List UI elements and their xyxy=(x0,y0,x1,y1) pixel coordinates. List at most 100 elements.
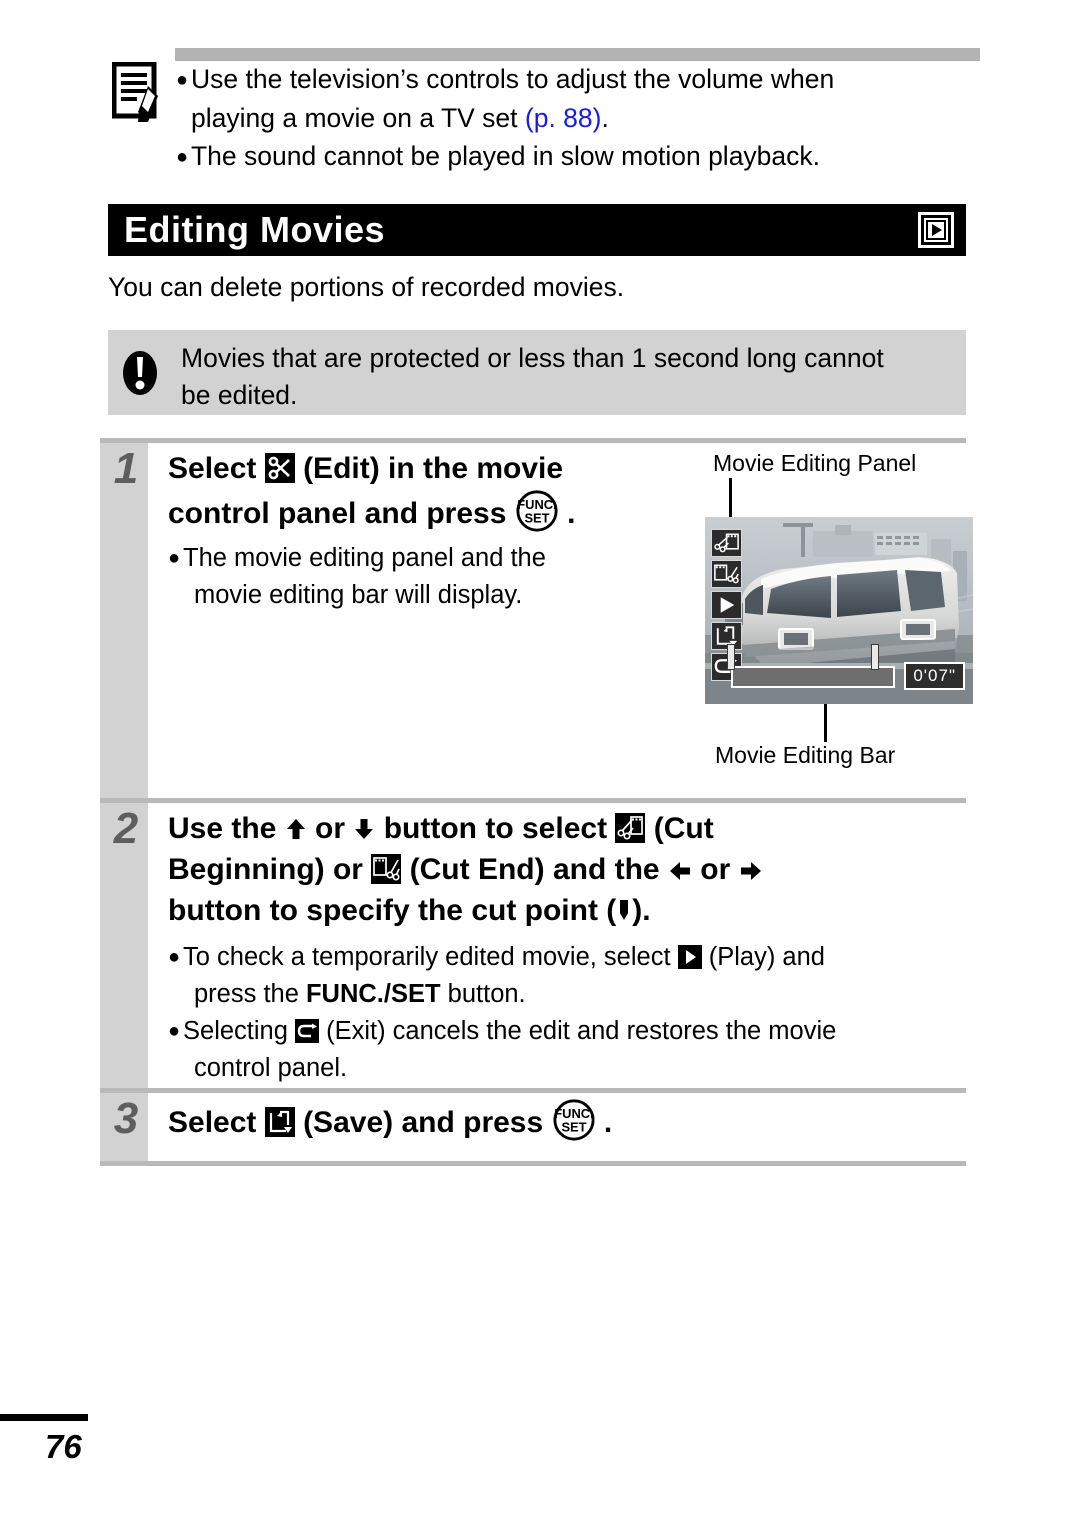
step-divider xyxy=(100,1088,966,1093)
step-2-head1-mid2: button to select xyxy=(375,812,616,845)
elapsed-time-display: 0'07" xyxy=(904,662,965,690)
func-set-icon: FUNC. SET xyxy=(515,489,559,533)
bullet-icon: ● xyxy=(176,146,189,168)
step-2-note-1: ● To check a temporarily edited movie, se… xyxy=(168,939,836,1013)
arrow-down-icon xyxy=(353,817,375,841)
step-2-note-2: ● Selecting (Exit) cancels the edit and r… xyxy=(168,1013,836,1087)
arrow-right-icon xyxy=(739,860,763,882)
step-2-head2-pre: Beginning) or xyxy=(168,853,372,886)
note-bullet-1-line-2-pre: playing a movie on a TV set xyxy=(191,103,525,133)
editing-bar-handle-start[interactable] xyxy=(727,644,735,670)
bullet-icon: ● xyxy=(168,1020,181,1042)
step-3-head-post: . xyxy=(595,1106,613,1139)
step-3-head-mid: (Save) and press xyxy=(294,1106,552,1139)
panel-play-icon[interactable] xyxy=(711,591,742,619)
step-2-note2-line2: control panel. xyxy=(194,1054,348,1082)
memo-pencil-icon xyxy=(111,61,164,124)
movie-editing-panel-label: Movie Editing Panel xyxy=(713,450,917,476)
step-gutter: 1 xyxy=(100,443,148,798)
step-2-note1-line2-post: button. xyxy=(440,980,526,1008)
page-number: 76 xyxy=(45,1428,82,1465)
caution-line-2: be edited. xyxy=(181,380,298,410)
footer-rule xyxy=(0,1414,88,1421)
caution-text: Movies that are protected or less than 1… xyxy=(181,340,956,414)
playback-mode-icon xyxy=(918,212,954,248)
edit-scissors-icon xyxy=(264,453,295,483)
step-3-body: Select (Save) and press FUNC. SET . xyxy=(168,1098,612,1143)
svg-text:SET: SET xyxy=(561,1119,586,1134)
step-gutter: 2 xyxy=(100,803,148,1088)
step-2-heading-line-1: Use the or button to select (Cut xyxy=(168,808,836,849)
cut-beginning-icon xyxy=(615,813,646,843)
step-2-head1-pre: Use the xyxy=(168,812,285,845)
step-1-head2-post: . xyxy=(558,497,576,530)
step-1-head2-pre: control panel and press xyxy=(168,497,515,530)
step-1-heading-line-1: Select (Edit) in the movie xyxy=(168,448,575,489)
panel-cut-end-icon[interactable] xyxy=(711,560,742,588)
svg-text:SET: SET xyxy=(524,510,549,525)
cut-end-icon xyxy=(371,854,402,884)
step-1-head-post: (Edit) in the movie xyxy=(294,452,564,485)
movie-editing-bar-label: Movie Editing Bar xyxy=(715,742,896,768)
note-text: ● Use the television’s controls to adjust… xyxy=(176,60,982,176)
step-1-note-line-1: The movie editing panel and the xyxy=(183,544,546,572)
step-2-note1-pre: To check a temporarily edited movie, sel… xyxy=(183,943,678,971)
note-bullet-1-line-1: Use the television’s controls to adjust … xyxy=(191,64,835,94)
step-gutter: 3 xyxy=(100,1093,148,1166)
arrow-up-icon xyxy=(285,817,307,841)
bullet-icon: ● xyxy=(168,946,181,968)
page-title: Editing Movies xyxy=(124,209,386,250)
bullet-icon: ● xyxy=(176,69,189,91)
step-3-head-pre: Select xyxy=(168,1106,265,1139)
note-bullet-2-line-1: The sound cannot be played in slow motio… xyxy=(191,141,821,171)
leader-line-bar xyxy=(824,704,827,742)
exclamation-icon xyxy=(117,350,163,396)
step-3: 3 Select (Save) and press FUNC. SET . xyxy=(100,1088,966,1166)
editing-bar-fill xyxy=(733,668,893,686)
step-1-heading-line-2: control panel and press FUNC. SET . xyxy=(168,489,575,534)
func-set-button-label: FUNC./SET xyxy=(305,980,441,1008)
camera-lcd-screenshot: 0'07" xyxy=(705,517,973,704)
arrow-left-icon xyxy=(668,860,692,882)
step-2-heading-line-2: Beginning) or (Cut End) and the or xyxy=(168,849,836,890)
intro-text: You can delete portions of recorded movi… xyxy=(108,272,625,302)
panel-cut-beginning-icon[interactable] xyxy=(711,529,742,557)
caution-line-1: Movies that are protected or less than 1… xyxy=(181,343,884,373)
step-1-body: Select (Edit) in the movie control panel… xyxy=(168,448,575,614)
play-icon xyxy=(677,945,702,969)
step-number: 3 xyxy=(113,1094,139,1143)
cut-point-marker-icon xyxy=(616,898,632,924)
step-1-note-line-2: movie editing bar will display. xyxy=(194,581,523,609)
step-divider xyxy=(100,798,966,803)
step-3-heading-line-1: Select (Save) and press FUNC. SET . xyxy=(168,1098,612,1143)
exit-icon xyxy=(295,1019,319,1043)
page-reference-link[interactable]: (p. 88) xyxy=(525,103,602,133)
step-2-note2-post: (Exit) cancels the edit and restores the… xyxy=(319,1017,837,1045)
step-divider xyxy=(100,438,966,443)
step-number: 2 xyxy=(113,804,139,853)
step-2-head3-pre: button to specify the cut point ( xyxy=(168,894,617,927)
step-2-body: Use the or button to select (Cut Beginni… xyxy=(168,808,836,1087)
editing-bar-handle-end[interactable] xyxy=(871,644,879,670)
step-2-note1-post: (Play) and xyxy=(701,943,825,971)
step-number: 1 xyxy=(113,444,139,493)
step-2-note1-line2-pre: press the xyxy=(194,980,306,1008)
step-1-head-pre: Select xyxy=(168,452,265,485)
save-icon xyxy=(264,1107,295,1137)
step-2-head2-mid2: or xyxy=(691,853,739,886)
bullet-icon: ● xyxy=(168,547,181,569)
step-2-heading-line-3: button to specify the cut point (). xyxy=(168,890,836,931)
section-title-bar: Editing Movies xyxy=(108,204,966,256)
leader-line-panel xyxy=(729,478,732,517)
step-2-head2-mid: (Cut End) and the xyxy=(401,853,668,886)
caution-callout: Movies that are protected or less than 1… xyxy=(108,330,966,415)
step-2-head1-mid: or xyxy=(306,812,354,845)
step-2-head1-post: (Cut xyxy=(645,812,714,845)
note-bullet-1-line-2-post: . xyxy=(601,103,609,133)
step-2-head3-post: ). xyxy=(632,894,651,927)
screen-figure: Movie Editing Panel 0'07" Movie Editing … xyxy=(705,450,973,775)
func-set-icon: FUNC. SET xyxy=(552,1098,596,1142)
step-2: 2 Use the or button to select (Cut Begin… xyxy=(100,798,966,1088)
step-3-bottom-divider xyxy=(100,1161,966,1166)
step-2-note2-pre: Selecting xyxy=(183,1017,295,1045)
